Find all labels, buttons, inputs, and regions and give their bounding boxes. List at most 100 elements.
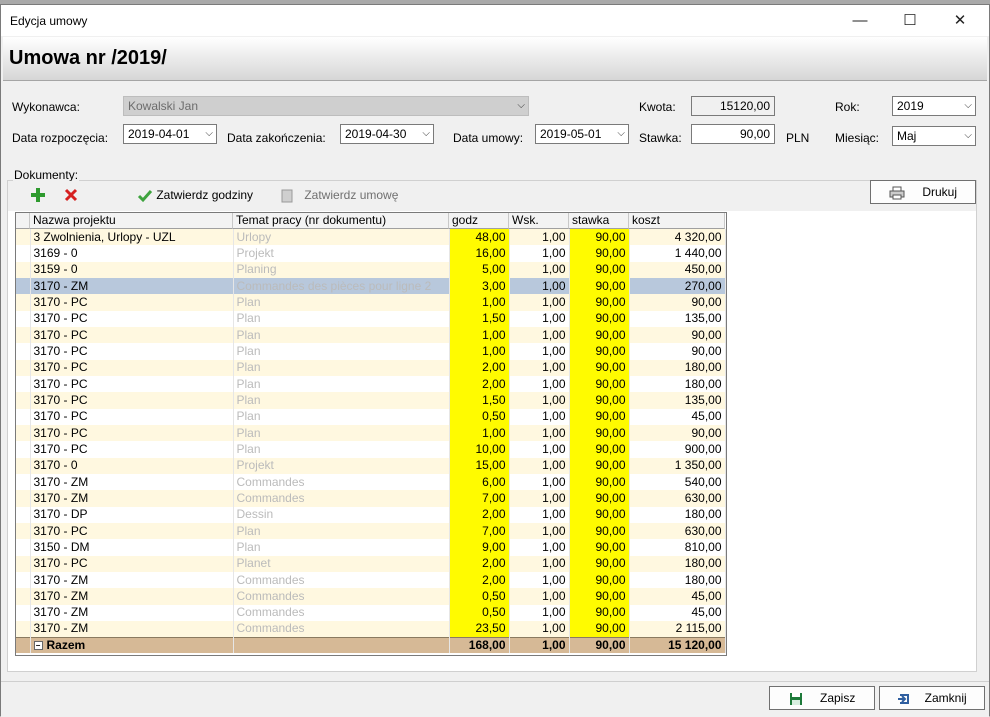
cell-project[interactable]: 3170 - PC [30,555,234,572]
cell-hours[interactable]: 2,00 [449,375,510,393]
cell-rate[interactable]: 90,00 [569,490,630,507]
cell-rate[interactable]: 90,00 [569,408,630,425]
cell-factor[interactable]: 1,00 [509,604,570,621]
print-button[interactable]: Drukuj [870,180,976,204]
cell-factor[interactable]: 1,00 [509,294,570,311]
cell-cost[interactable]: 1 350,00 [629,457,726,474]
cell-project[interactable]: 3170 - PC [30,522,234,540]
cell-factor[interactable]: 1,00 [509,539,570,556]
column-header-factor[interactable]: Wsk. [509,213,569,229]
row-indicator[interactable] [16,375,31,393]
rate-field[interactable]: 90,00 [691,124,775,144]
cell-cost[interactable]: 90,00 [629,326,726,344]
save-button[interactable]: Zapisz [769,686,875,710]
cell-cost[interactable]: 135,00 [629,310,726,327]
cell-project[interactable]: 3 Zwolnienia, Urlopy - UZL [30,229,234,246]
cell-factor[interactable]: 1,00 [509,588,570,605]
table-row[interactable]: 3170 - ZM Commandes 6,00 1,00 90,00 540,00 [16,473,726,491]
cell-topic[interactable]: Plan [233,392,450,409]
cell-rate[interactable]: 90,00 [569,277,630,295]
cell-rate[interactable]: 90,00 [569,343,630,360]
cell-rate[interactable]: 90,00 [569,620,630,638]
table-row[interactable]: 3169 - 0 Projekt 16,00 1,00 90,00 1 440,00 [16,245,726,262]
cell-topic[interactable]: Commandes [233,571,450,589]
cell-cost[interactable]: 180,00 [629,375,726,393]
row-indicator[interactable] [16,359,31,376]
cell-factor[interactable]: 1,00 [509,326,570,344]
cell-factor[interactable]: 1,00 [509,441,570,458]
cell-project[interactable]: 3170 - 0 [30,457,234,474]
cell-factor[interactable]: 1,00 [509,229,570,246]
cell-project[interactable]: 3170 - ZM [30,490,234,507]
cell-topic[interactable]: Plan [233,408,450,425]
table-row[interactable]: 3170 - 0 Projekt 15,00 1,00 90,00 1 350,00 [16,457,726,474]
cell-topic[interactable]: Urlopy [233,229,450,246]
cell-hours[interactable]: 2,00 [449,555,510,572]
row-indicator[interactable] [16,571,31,589]
cell-factor[interactable]: 1,00 [509,375,570,393]
cell-factor[interactable]: 1,00 [509,343,570,360]
cell-cost[interactable]: 630,00 [629,522,726,540]
cell-rate[interactable]: 90,00 [569,539,630,556]
cell-topic[interactable]: Projekt [233,245,450,262]
cell-cost[interactable]: 45,00 [629,408,726,425]
column-header-topic[interactable]: Temat pracy (nr dokumentu) [233,213,449,229]
cell-rate[interactable]: 90,00 [569,424,630,442]
cell-project[interactable]: 3170 - ZM [30,604,234,621]
table-row[interactable]: 3170 - ZM Commandes 0,50 1,00 90,00 45,00 [16,604,726,621]
contract-date-picker[interactable]: 2019-05-01 ⌵ [535,124,629,144]
cell-factor[interactable]: 1,00 [509,245,570,262]
row-indicator[interactable] [16,408,31,425]
cell-project[interactable]: 3159 - 0 [30,261,234,278]
cell-hours[interactable]: 0,50 [449,588,510,605]
cell-cost[interactable]: 90,00 [629,343,726,360]
table-row[interactable]: 3170 - DP Dessin 2,00 1,00 90,00 180,00 [16,506,726,523]
table-row[interactable]: 3170 - PC Plan 7,00 1,00 90,00 630,00 [16,522,726,540]
cell-project[interactable]: 3170 - ZM [30,571,234,589]
cell-topic[interactable]: Planet [233,555,450,572]
cell-topic[interactable]: Plan [233,310,450,327]
cell-factor[interactable]: 1,00 [509,261,570,278]
cell-factor[interactable]: 1,00 [509,277,570,295]
table-row[interactable]: 3170 - ZM Commandes des pièces pour ligne… [16,277,726,295]
row-indicator[interactable] [16,441,31,458]
cell-hours[interactable]: 3,00 [449,277,510,295]
table-row[interactable]: 3159 - 0 Planing 5,00 1,00 90,00 450,00 [16,261,726,278]
cell-cost[interactable]: 180,00 [629,359,726,376]
cell-factor[interactable]: 1,00 [509,506,570,523]
cell-project[interactable]: 3169 - 0 [30,245,234,262]
row-indicator[interactable] [16,310,31,327]
table-row[interactable]: 3170 - PC Plan 10,00 1,00 90,00 900,00 [16,441,726,458]
end-date-picker[interactable]: 2019-04-30 ⌵ [340,124,434,144]
cell-cost[interactable]: 90,00 [629,294,726,311]
cell-topic[interactable]: Plan [233,424,450,442]
row-indicator[interactable] [16,392,31,409]
cell-rate[interactable]: 90,00 [569,506,630,523]
cell-hours[interactable]: 9,00 [449,539,510,556]
minimize-button[interactable]: — [837,9,883,33]
column-header-rate[interactable]: stawka [569,213,629,229]
cell-topic[interactable]: Plan [233,375,450,393]
cell-hours[interactable]: 1,50 [449,310,510,327]
row-indicator[interactable] [16,588,31,605]
cell-hours[interactable]: 1,00 [449,424,510,442]
cell-hours[interactable]: 1,50 [449,392,510,409]
cell-topic[interactable]: Commandes [233,588,450,605]
cell-cost[interactable]: 810,00 [629,539,726,556]
row-indicator[interactable] [16,343,31,360]
cell-cost[interactable]: 2 115,00 [629,620,726,638]
cell-topic[interactable]: Plan [233,522,450,540]
cell-topic[interactable]: Planing [233,261,450,278]
add-document-button[interactable] [30,187,46,206]
cell-rate[interactable]: 90,00 [569,326,630,344]
cell-rate[interactable]: 90,00 [569,261,630,278]
close-window-button[interactable]: ✕ [937,9,983,33]
cell-topic[interactable]: Commandes [233,490,450,507]
cell-cost[interactable]: 45,00 [629,588,726,605]
table-row[interactable]: 3 Zwolnienia, Urlopy - UZL Urlopy 48,00 1,0… [16,229,726,246]
table-row[interactable]: 3170 - ZM Commandes 0,50 1,00 90,00 45,00 [16,588,726,605]
cell-cost[interactable]: 90,00 [629,424,726,442]
collapse-icon[interactable]: − [33,641,43,651]
cell-cost[interactable]: 900,00 [629,441,726,458]
cell-project[interactable]: 3170 - DP [30,506,234,523]
